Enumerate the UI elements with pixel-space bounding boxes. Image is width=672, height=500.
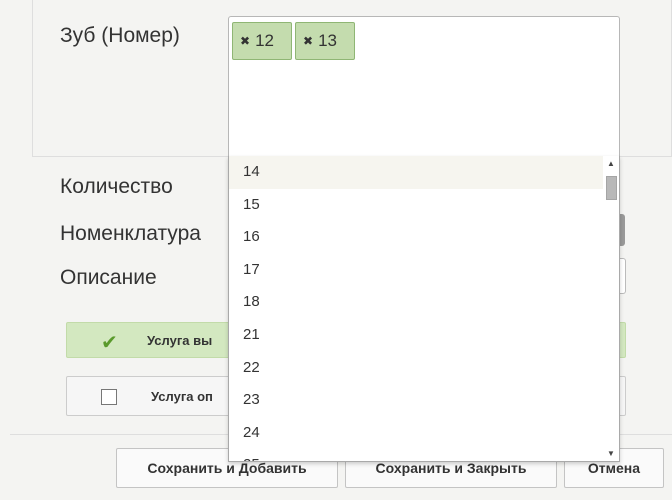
- quantity-label: Количество: [60, 175, 173, 198]
- options-list: 14 15 16 17 18 21 22 23 24 25: [229, 156, 605, 461]
- dropdown-scrollbar[interactable]: ▲ ▼: [603, 156, 619, 461]
- option-item[interactable]: 23: [229, 384, 605, 417]
- checkbox-icon[interactable]: [101, 389, 117, 405]
- tooth-label: Зуб (Номер): [60, 24, 180, 47]
- remove-tag-icon[interactable]: ✖: [303, 34, 313, 48]
- description-label: Описание: [60, 266, 157, 289]
- remove-tag-icon[interactable]: ✖: [240, 34, 250, 48]
- option-item[interactable]: 18: [229, 286, 605, 319]
- scroll-down-icon[interactable]: ▼: [607, 449, 615, 458]
- option-item[interactable]: 24: [229, 417, 605, 450]
- checkmark-icon: ✔: [101, 332, 118, 354]
- nomenclature-label: Номенклатура: [60, 222, 201, 245]
- option-item[interactable]: 17: [229, 254, 605, 287]
- option-item[interactable]: 21: [229, 319, 605, 352]
- option-item[interactable]: 16: [229, 221, 605, 254]
- option-item[interactable]: 22: [229, 352, 605, 385]
- option-item[interactable]: 14: [229, 156, 605, 189]
- option-item[interactable]: 15: [229, 189, 605, 222]
- scroll-up-icon[interactable]: ▲: [607, 159, 615, 168]
- selected-tooth-tag[interactable]: ✖ 13: [295, 22, 355, 60]
- tag-value: 13: [318, 31, 337, 50]
- service-paid-label: Услуга оп: [151, 389, 213, 404]
- selected-tooth-tag[interactable]: ✖ 12: [232, 22, 292, 60]
- scrollbar-thumb[interactable]: [606, 176, 617, 200]
- tooth-options-dropdown[interactable]: 14 15 16 17 18 21 22 23 24 25 ▲ ▼: [228, 156, 620, 462]
- option-item[interactable]: 25: [229, 449, 605, 461]
- tag-value: 12: [255, 31, 274, 50]
- service-done-label: Услуга вы: [147, 333, 213, 348]
- tooth-multiselect[interactable]: ✖ 12 ✖ 13: [228, 16, 620, 156]
